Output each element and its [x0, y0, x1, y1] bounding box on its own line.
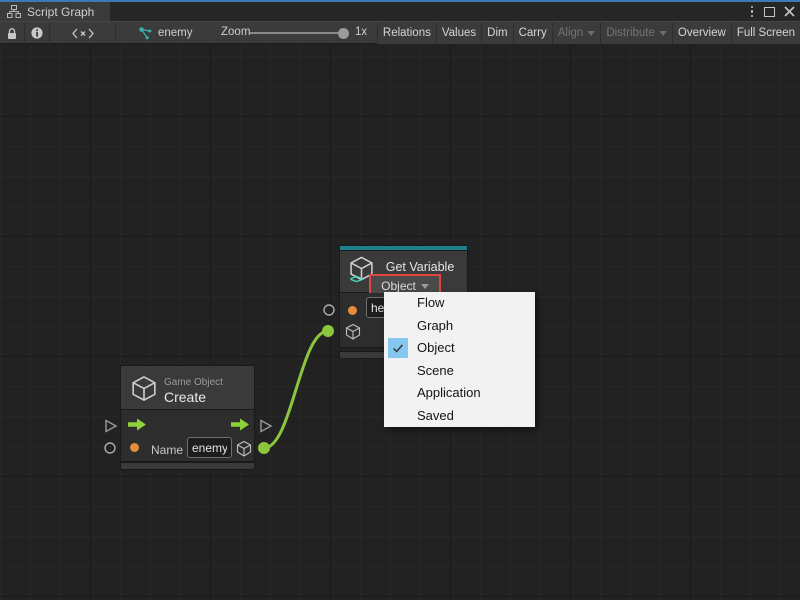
- chevron-down-icon: [421, 284, 429, 289]
- full-screen-button[interactable]: Full Screen: [731, 22, 800, 44]
- getvariable-name-input-port[interactable]: [324, 305, 334, 315]
- node-game-object-create[interactable]: Game Object Create Name: [120, 365, 255, 470]
- zoom-label: Zoom: [221, 26, 250, 38]
- tab-title: Script Graph: [27, 5, 94, 19]
- target-gameobject-cube-icon[interactable]: [344, 323, 362, 341]
- create-flow-input-port[interactable]: [106, 421, 116, 432]
- window-focus-line: [0, 0, 800, 2]
- variable-name-port-dot[interactable]: [348, 306, 357, 315]
- gameobject-output-cube-icon[interactable]: [235, 440, 253, 458]
- menu-item-application[interactable]: Application: [384, 382, 535, 405]
- getvariable-node-title: Get Variable: [378, 260, 462, 274]
- info-icon: [30, 26, 44, 40]
- relations-button[interactable]: Relations: [377, 22, 436, 44]
- name-port-dot[interactable]: [130, 443, 139, 452]
- zoom-slider-knob[interactable]: [338, 28, 349, 39]
- flow-in-arrow-icon[interactable]: [128, 418, 147, 431]
- variable-angle-brackets-icon: <>: [350, 272, 362, 286]
- overview-button[interactable]: Overview: [672, 22, 731, 44]
- toolbar-buttons: Relations Values Dim Carry Align Distrib…: [377, 22, 800, 44]
- lock-icon: [6, 27, 18, 40]
- values-button[interactable]: Values: [436, 22, 481, 44]
- window-menu-icon[interactable]: [749, 6, 756, 18]
- getvariable-node-header[interactable]: <> Get Variable Object: [339, 250, 468, 293]
- create-node-body[interactable]: Name: [120, 410, 255, 462]
- tab-strip: Script Graph: [0, 0, 800, 21]
- graph-breadcrumb[interactable]: enemy: [138, 22, 193, 44]
- tab-script-graph[interactable]: Script Graph: [0, 2, 110, 21]
- menu-item-saved[interactable]: Saved: [384, 405, 535, 428]
- getvariable-target-input-port-connected[interactable]: [322, 325, 334, 337]
- menu-item-object[interactable]: Object: [384, 337, 535, 360]
- graph-hierarchy-icon: [7, 5, 21, 18]
- menu-checkmark-box: [388, 338, 408, 358]
- close-icon[interactable]: [784, 6, 795, 17]
- maximize-icon[interactable]: [764, 7, 775, 17]
- inspect-code-button[interactable]: [50, 22, 116, 44]
- window-controls: [749, 2, 796, 21]
- variable-scope-menu: Flow Graph Object Scene Application Save…: [384, 292, 535, 427]
- zoom-value: 1x: [355, 26, 367, 38]
- graph-canvas[interactable]: Game Object Create Name: [0, 44, 800, 600]
- create-node-header[interactable]: Game Object Create: [120, 365, 255, 410]
- angle-brackets-x-icon: [72, 28, 94, 39]
- carry-button[interactable]: Carry: [513, 22, 552, 44]
- menu-item-graph[interactable]: Graph: [384, 315, 535, 338]
- info-button[interactable]: [25, 22, 50, 44]
- create-node-category: Game Object: [164, 377, 223, 388]
- create-name-input-port[interactable]: [105, 443, 115, 453]
- game-object-cube-icon: [131, 375, 157, 402]
- checkmark-icon: [391, 341, 405, 355]
- name-value-input[interactable]: [187, 437, 232, 458]
- chevron-down-icon: [587, 31, 595, 36]
- graph-toolbar: enemy Zoom 1x Relations Values Dim Carry…: [0, 21, 800, 44]
- create-node-title: Create: [164, 389, 206, 405]
- chevron-down-icon: [659, 31, 667, 36]
- menu-item-scene[interactable]: Scene: [384, 360, 535, 383]
- name-port-label: Name: [151, 443, 183, 457]
- align-button[interactable]: Align: [552, 22, 601, 44]
- dim-button[interactable]: Dim: [481, 22, 512, 44]
- variable-scope-value: Object: [381, 279, 416, 293]
- distribute-button[interactable]: Distribute: [600, 22, 672, 44]
- menu-item-flow[interactable]: Flow: [384, 292, 535, 315]
- create-result-output-port-connected[interactable]: [258, 442, 270, 454]
- create-node-footer: [120, 462, 255, 470]
- graph-network-icon: [138, 26, 152, 40]
- lock-button[interactable]: [0, 22, 25, 44]
- graph-breadcrumb-label: enemy: [158, 27, 193, 39]
- flow-out-arrow-icon[interactable]: [231, 418, 250, 431]
- connection-wire[interactable]: [264, 331, 328, 448]
- zoom-slider-track[interactable]: [250, 32, 345, 34]
- create-flow-output-port[interactable]: [261, 421, 271, 432]
- script-graph-window: Script Graph: [0, 0, 800, 600]
